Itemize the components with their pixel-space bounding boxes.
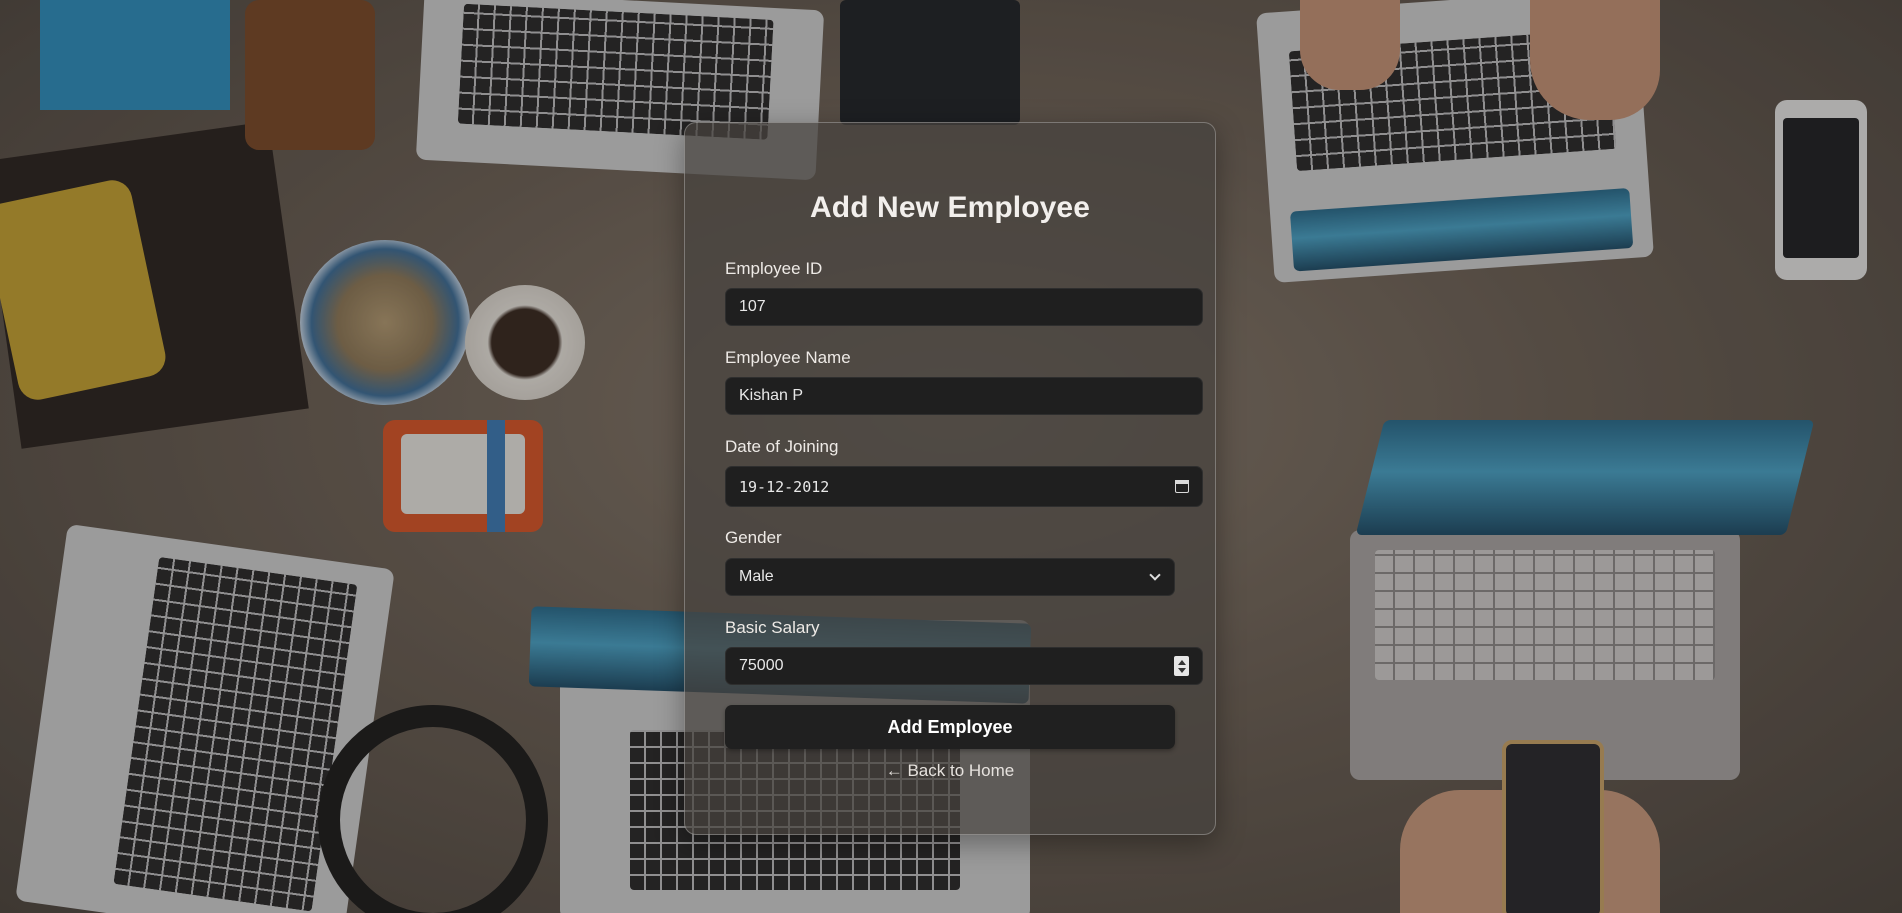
basic-salary-value: 75000 — [739, 657, 784, 674]
employee-name-input[interactable]: Kishan P — [725, 377, 1203, 415]
employee-id-value: 107 — [739, 298, 766, 315]
employee-name-label: Employee Name — [725, 348, 851, 367]
employee-id-input[interactable]: 107 — [725, 288, 1203, 326]
spinner-icon[interactable] — [1174, 656, 1189, 676]
calendar-icon[interactable] — [1175, 480, 1189, 493]
gender-value: Male — [739, 568, 774, 585]
add-employee-button[interactable]: Add Employee — [725, 705, 1175, 749]
gender-select[interactable]: Male — [725, 558, 1175, 596]
basic-salary-label: Basic Salary — [725, 618, 820, 637]
date-of-joining-input[interactable]: 19-12-2012 — [725, 466, 1203, 507]
add-employee-card: Add New Employee Employee ID 107 Employe… — [684, 122, 1216, 835]
date-of-joining-value: 19-12-2012 — [739, 477, 830, 496]
decrement-arrow-icon[interactable] — [1177, 667, 1186, 673]
employee-id-label: Employee ID — [725, 259, 823, 278]
back-to-home-link[interactable]: ← Back to Home — [685, 761, 1215, 781]
page-title: Add New Employee — [810, 191, 1090, 224]
employee-name-value: Kishan P — [739, 387, 804, 404]
date-of-joining-label: Date of Joining — [725, 437, 839, 456]
basic-salary-input[interactable]: 75000 — [725, 647, 1203, 685]
increment-arrow-icon[interactable] — [1177, 659, 1186, 665]
chevron-down-icon — [1149, 568, 1161, 581]
gender-label: Gender — [725, 528, 782, 547]
